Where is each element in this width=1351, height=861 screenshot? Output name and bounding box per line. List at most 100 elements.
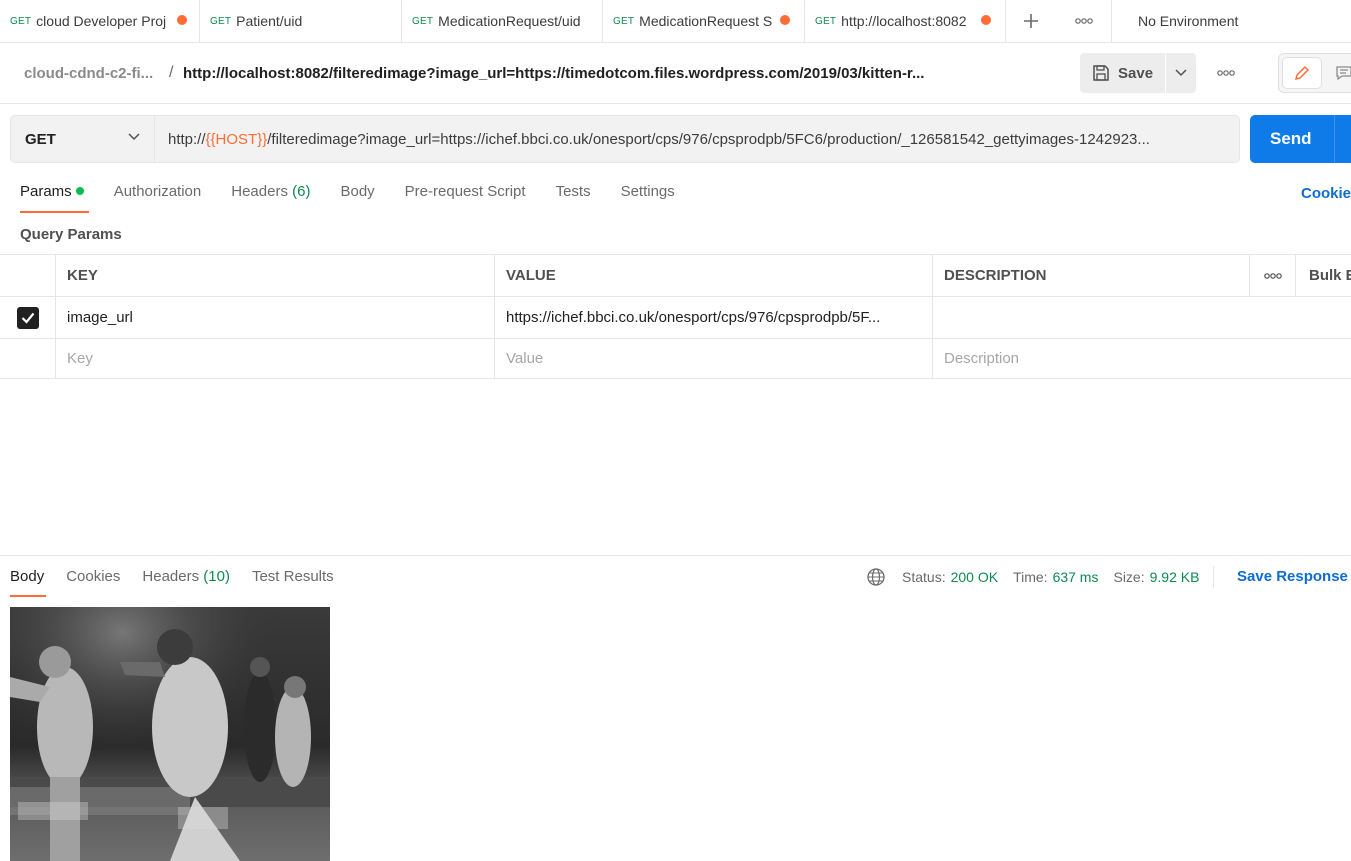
response-tab-headers[interactable]: Headers (10) [142, 568, 230, 597]
response-image-preview [10, 607, 330, 861]
response-tab-cookies[interactable]: Cookies [66, 568, 120, 597]
tab-body[interactable]: Body [340, 183, 374, 213]
param-enabled-checkbox[interactable] [0, 297, 56, 338]
new-key-input[interactable]: Key [56, 339, 495, 378]
param-key-cell[interactable]: image_url [56, 297, 495, 338]
request-tab[interactable]: GET MedicationRequest S [603, 0, 805, 42]
send-split-divider [1334, 115, 1335, 163]
tab-headers-label: Headers [231, 183, 288, 200]
request-tab[interactable]: GET cloud Developer Proj [0, 0, 200, 42]
request-tabs: Params Authorization Headers (6) Body Pr… [20, 183, 705, 213]
tab-method: GET [10, 15, 32, 27]
request-tab-bar: GET cloud Developer Proj GET Patient/uid… [0, 0, 1351, 43]
more-horizontal-icon [1263, 272, 1282, 279]
save-label: Save [1118, 64, 1154, 82]
param-description-cell[interactable] [933, 297, 1351, 338]
tab-params-label: Params [20, 183, 72, 200]
column-options-button[interactable] [1250, 255, 1296, 296]
save-options-button[interactable] [1166, 53, 1196, 93]
comment-icon [1336, 66, 1351, 81]
globe-icon[interactable] [866, 567, 886, 587]
tab-title: MedicationRequest/uid [438, 13, 581, 29]
time-label: Time: [1013, 569, 1048, 585]
new-description-input[interactable]: Description [933, 339, 1351, 378]
send-button[interactable]: Send [1250, 115, 1351, 163]
response-tab-cookies-label: Cookies [66, 568, 121, 585]
table-row: image_url https://ichef.bbci.co.uk/onesp… [0, 296, 1351, 338]
request-name[interactable]: http://localhost:8082/filteredimage?imag… [183, 65, 924, 82]
size-label: Size: [1113, 569, 1145, 585]
unsaved-indicator [981, 15, 991, 25]
view-mode-toggle [1278, 53, 1351, 93]
breadcrumb: cloud-cdnd-c2-fi... / http://localhost:8… [0, 43, 1351, 104]
chevron-down-icon [128, 133, 140, 141]
tab-prerequest-script[interactable]: Pre-request Script [405, 183, 526, 213]
value-column-header: VALUE [495, 255, 933, 296]
comments-button[interactable] [1329, 57, 1351, 89]
response-divider[interactable] [0, 555, 1351, 556]
tab-options-button[interactable] [1056, 0, 1112, 42]
query-params-title: Query Params [20, 226, 122, 243]
headers-count: (6) [292, 183, 311, 200]
tab-params[interactable]: Params [20, 183, 89, 213]
response-tab-test-results[interactable]: Test Results [252, 568, 334, 597]
method-select[interactable]: GET [10, 115, 155, 163]
tab-body-label: Body [340, 183, 375, 200]
tab-prerequest-label: Pre-request Script [404, 183, 526, 200]
new-value-input[interactable]: Value [495, 339, 933, 378]
breadcrumb-separator: / [169, 64, 174, 81]
save-response-button[interactable]: Save Response [1237, 568, 1348, 585]
tab-title: MedicationRequest S [639, 13, 773, 29]
tab-settings-label: Settings [620, 183, 675, 200]
breadcrumb-collection[interactable]: cloud-cdnd-c2-fi... [24, 65, 153, 82]
request-options-button[interactable] [1210, 63, 1242, 83]
description-column-header: DESCRIPTION [933, 255, 1250, 296]
new-tab-button[interactable] [1006, 0, 1056, 42]
url-path: /filteredimage?image_url=https://ichef.b… [267, 130, 1150, 148]
response-tab-test-results-label: Test Results [251, 568, 334, 585]
tab-method: GET [613, 15, 635, 27]
tab-authorization[interactable]: Authorization [114, 183, 202, 213]
request-tab[interactable]: GET Patient/uid [200, 0, 402, 42]
query-params-table: KEY VALUE DESCRIPTION Bulk Edit image_ur… [0, 254, 1351, 379]
request-tab[interactable]: GET MedicationRequest/uid [402, 0, 603, 42]
response-headers-count: (10) [203, 568, 230, 585]
response-meta: Status: 200 OK Time: 637 ms Size: 9.92 KB [866, 566, 1215, 588]
more-horizontal-icon [1217, 70, 1235, 76]
table-row-new: Key Value Description [0, 338, 1351, 379]
send-label: Send [1270, 129, 1312, 148]
tab-method: GET [815, 15, 837, 27]
response-tab-headers-label: Headers [142, 568, 200, 585]
tab-title: cloud Developer Proj [36, 13, 167, 29]
environment-selector[interactable]: No Environment [1112, 0, 1238, 42]
unsaved-indicator [177, 15, 187, 25]
tab-tests-label: Tests [555, 183, 591, 200]
request-tab-active[interactable]: GET http://localhost:8082 [805, 0, 1006, 42]
checkmark-icon [21, 312, 34, 324]
tab-tests[interactable]: Tests [556, 183, 591, 213]
table-header-row: KEY VALUE DESCRIPTION Bulk Edit [0, 254, 1351, 296]
url-input[interactable]: http://{{HOST}}/filteredimage?image_url=… [155, 115, 1240, 163]
save-icon [1093, 65, 1109, 81]
unsaved-indicator [780, 15, 790, 25]
pencil-icon [1294, 65, 1310, 81]
checkbox-checked [16, 306, 39, 329]
key-column-header: KEY [56, 255, 495, 296]
cookies-link[interactable]: Cookies [1301, 185, 1351, 202]
tab-title: http://localhost:8082 [841, 13, 967, 29]
response-tab-body[interactable]: Body [10, 568, 47, 597]
edit-mode-button[interactable] [1282, 57, 1322, 89]
more-horizontal-icon [1074, 18, 1093, 24]
param-value-cell[interactable]: https://ichef.bbci.co.uk/onesport/cps/97… [495, 297, 933, 338]
bulk-edit-button[interactable]: Bulk Edit [1296, 255, 1351, 296]
status-value[interactable]: 200 OK [951, 569, 998, 585]
divider [1213, 566, 1215, 588]
tab-authorization-label: Authorization [113, 183, 202, 200]
checkbox-column-header [0, 255, 56, 296]
tab-headers[interactable]: Headers (6) [231, 183, 310, 213]
tab-settings[interactable]: Settings [621, 183, 675, 213]
response-image [10, 607, 330, 861]
time-value[interactable]: 637 ms [1053, 569, 1099, 585]
size-value[interactable]: 9.92 KB [1150, 569, 1200, 585]
save-button[interactable]: Save [1080, 53, 1165, 93]
